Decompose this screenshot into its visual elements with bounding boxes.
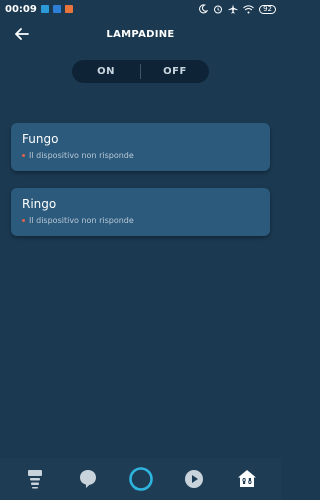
device-card[interactable]: Fungo Il dispositivo non risponde	[11, 123, 270, 171]
device-status: Il dispositivo non risponde	[22, 216, 259, 225]
bottom-nav	[0, 458, 281, 500]
page-title: LAMPADINE	[106, 28, 175, 40]
device-status: Il dispositivo non risponde	[22, 151, 259, 160]
devices-icon	[237, 470, 256, 487]
status-dot-icon	[22, 154, 25, 157]
status-right: 92	[198, 4, 276, 14]
notification-icon	[52, 5, 61, 13]
moon-icon	[199, 4, 209, 14]
on-button[interactable]: ON	[72, 66, 140, 77]
off-button[interactable]: OFF	[141, 66, 209, 77]
notification-icon	[64, 5, 73, 13]
arrow-left-icon	[15, 28, 29, 40]
chat-icon	[79, 470, 96, 488]
back-button[interactable]	[12, 24, 32, 44]
nav-alexa[interactable]	[123, 461, 159, 497]
device-name: Ringo	[22, 197, 57, 211]
home-icon	[27, 470, 42, 489]
status-time: 00:09	[5, 3, 37, 15]
status-bar: 00:09 92	[0, 0, 281, 18]
header: LAMPADINE	[0, 22, 281, 46]
nav-home[interactable]	[17, 461, 53, 497]
power-toggle: ON OFF	[72, 60, 209, 83]
battery-icon: 92	[259, 4, 276, 14]
device-status-text: Il dispositivo non risponde	[29, 216, 134, 225]
alexa-icon	[128, 467, 153, 491]
nav-communicate[interactable]	[70, 461, 106, 497]
device-name: Fungo	[22, 132, 59, 146]
alarm-icon	[214, 5, 223, 14]
play-icon	[184, 470, 203, 488]
wifi-icon	[243, 4, 254, 13]
notification-icon	[40, 5, 49, 13]
status-left: 00:09	[5, 4, 73, 15]
device-status-text: Il dispositivo non risponde	[29, 151, 134, 160]
airplane-icon	[228, 4, 238, 14]
nav-play[interactable]	[176, 461, 212, 497]
nav-devices[interactable]	[229, 461, 265, 497]
device-card[interactable]: Ringo Il dispositivo non risponde	[11, 188, 270, 236]
status-dot-icon	[22, 219, 25, 222]
